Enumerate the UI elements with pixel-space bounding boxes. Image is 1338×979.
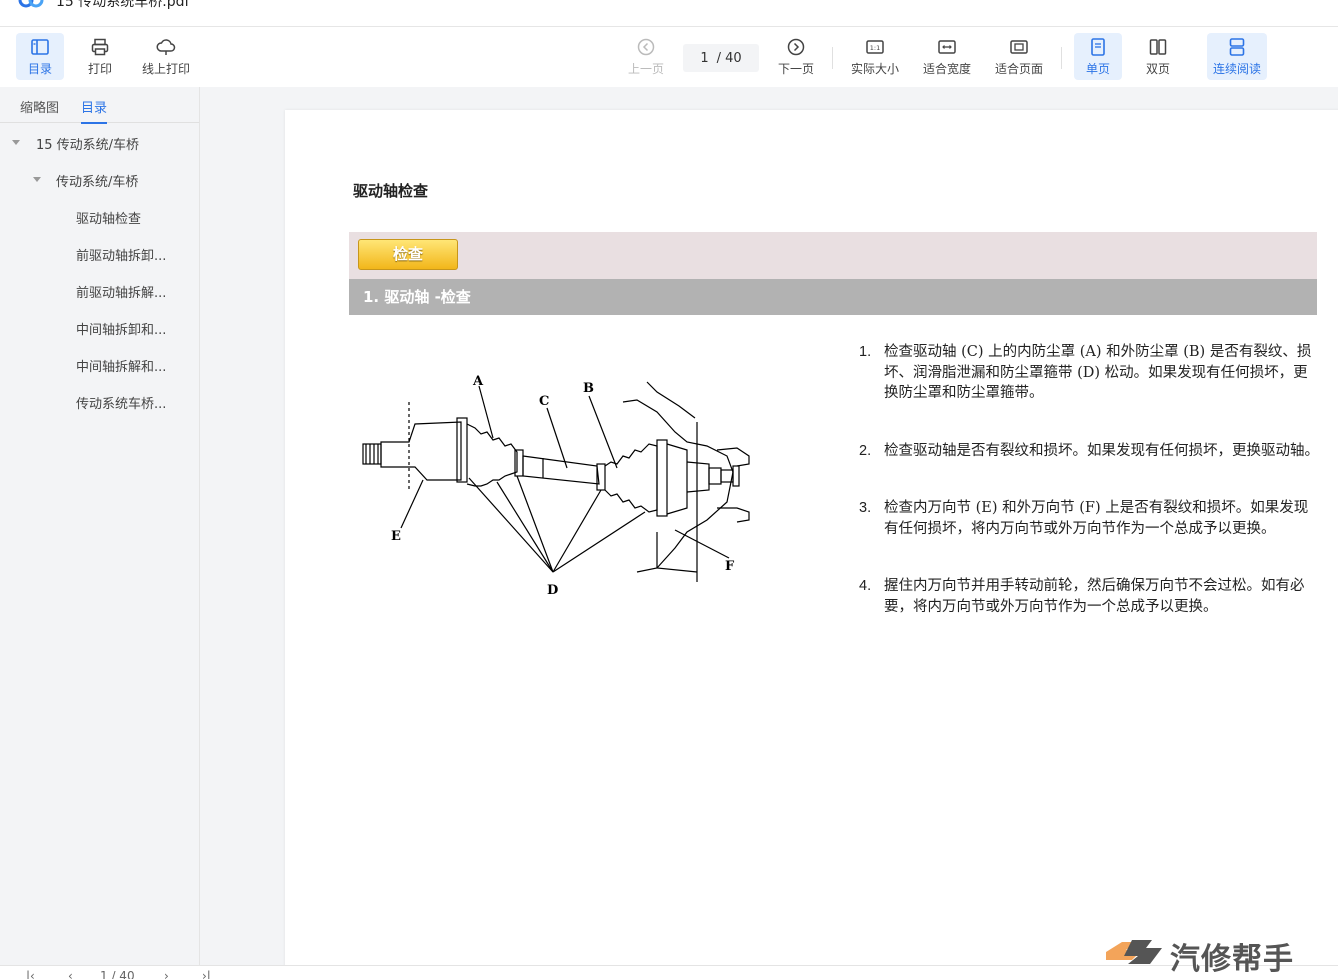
actual-size-label: 实际大小 [850, 61, 899, 76]
toc-item[interactable]: 前驱动轴拆卸... [76, 245, 166, 264]
svg-text:1:1: 1:1 [870, 44, 880, 52]
prev-page-icon[interactable]: ‹ [68, 969, 73, 979]
label-f: F [725, 559, 735, 574]
label-a: A [472, 374, 484, 389]
toc-button-label: 目录 [27, 61, 52, 76]
toc-icon [31, 38, 49, 55]
watermark-logo-icon [1106, 940, 1162, 964]
toc-item-section[interactable]: 传动系统/车桥 [56, 171, 138, 190]
sidebar-tabs: 缩略图 目录 [0, 87, 199, 124]
online-print-button-label: 线上打印 [141, 61, 190, 76]
step-text: 检查驱动轴 (C) 上的内防尘罩 (A) 和外防尘罩 (B) 是否有裂纹、损坏、… [884, 344, 1312, 401]
toc-item[interactable]: 前驱动轴拆解... [76, 282, 166, 301]
tab-thumbnails[interactable]: 缩略图 [20, 97, 59, 116]
pdf-page: 驱动轴检查 检查 1. 驱动轴 -检查 A B C D E F 1. 检查驱动轴… [285, 110, 1338, 970]
toc-item[interactable]: 驱动轴检查 [76, 208, 141, 227]
toolbar-divider [832, 47, 833, 69]
app-logo-icon [18, 0, 44, 8]
toc-item-root[interactable]: 15 传动系统/车桥 [36, 134, 139, 153]
step-text: 握住内万向节并用手转动前轮，然后确保万向节不会过松。如有必要，将内万向节或外万向… [884, 578, 1305, 615]
fit-width-label: 适合宽度 [922, 61, 971, 76]
step-number: 3. [859, 500, 872, 516]
bottom-page-indicator[interactable]: 1 / 40 [100, 969, 135, 979]
continuous-read-label: 连续阅读 [1212, 61, 1261, 76]
watermark-text: 汽修帮手 [1170, 942, 1294, 977]
step-number: 2. [859, 442, 872, 459]
fit-page-icon [1010, 39, 1028, 54]
tab-toc[interactable]: 目录 [81, 97, 108, 124]
step-item: 1. 检查驱动轴 (C) 上的内防尘罩 (A) 和外防尘罩 (B) 是否有裂纹、… [859, 342, 1319, 404]
actual-size-button[interactable]: 1:1 实际大小 [845, 33, 905, 80]
next-page-label: 下一页 [777, 61, 814, 76]
inspection-steps: 1. 检查驱动轴 (C) 上的内防尘罩 (A) 和外防尘罩 (B) 是否有裂纹、… [859, 342, 1319, 654]
double-page-icon [1149, 38, 1167, 55]
online-print-button[interactable]: 线上打印 [136, 33, 196, 80]
prev-page-label: 上一页 [627, 61, 664, 76]
fit-width-icon [938, 39, 956, 54]
toc-item[interactable]: 中间轴拆卸和... [76, 319, 166, 338]
print-button-label: 打印 [87, 61, 112, 76]
first-page-icon[interactable]: |‹ [26, 969, 35, 979]
inspection-badge: 检查 [358, 239, 458, 270]
page-total: / 40 [716, 50, 742, 66]
collapse-arrow-icon[interactable] [33, 177, 41, 182]
page-current-input[interactable]: 1 [700, 51, 708, 66]
section-header-band: 检查 [349, 232, 1317, 279]
watermark: 汽修帮手 [1100, 932, 1338, 977]
toolbar: 目录 打印 线上打印 上一页 1 / 40 下一页 1:1 实际大小 适合宽度 … [0, 27, 1338, 87]
fit-page-label: 适合页面 [994, 61, 1043, 76]
section-title: 1. 驱动轴 -检查 [349, 279, 1317, 315]
single-page-button[interactable]: 单页 [1074, 33, 1122, 80]
single-page-label: 单页 [1085, 61, 1110, 76]
next-page-icon[interactable]: › [164, 969, 169, 979]
label-b: B [583, 381, 594, 396]
chevron-right-circle-icon [787, 38, 805, 55]
step-item: 4. 握住内万向节并用手转动前轮，然后确保万向节不会过松。如有必要，将内万向节或… [859, 576, 1319, 617]
single-page-icon [1091, 37, 1105, 56]
continuous-read-icon [1229, 37, 1245, 56]
step-text: 检查驱动轴是否有裂纹和损坏。如果发现有任何损坏，更换驱动轴。 [884, 442, 1319, 459]
step-number: 4. [859, 578, 872, 594]
printer-icon [91, 38, 109, 55]
toc-button[interactable]: 目录 [16, 33, 64, 80]
sidebar: 缩略图 目录 15 传动系统/车桥 传动系统/车桥 驱动轴检查 前驱动轴拆卸..… [0, 87, 200, 965]
toc-item[interactable]: 中间轴拆解和... [76, 356, 166, 375]
step-item: 2. 检查驱动轴是否有裂纹和损坏。如果发现有任何损坏，更换驱动轴。 [859, 441, 1319, 462]
label-c: C [539, 394, 549, 409]
double-page-button[interactable]: 双页 [1134, 33, 1182, 80]
fit-page-button[interactable]: 适合页面 [989, 33, 1049, 80]
print-button[interactable]: 打印 [76, 33, 124, 80]
document-viewer[interactable]: 驱动轴检查 检查 1. 驱动轴 -检查 A B C D E F 1. 检查驱动轴… [201, 87, 1338, 970]
continuous-read-button[interactable]: 连续阅读 [1207, 33, 1267, 80]
cloud-icon [156, 38, 176, 55]
step-number: 1. [859, 344, 872, 360]
double-page-label: 双页 [1145, 61, 1170, 76]
document-title: 驱动轴检查 [353, 182, 429, 200]
actual-size-icon: 1:1 [866, 39, 884, 54]
next-page-button[interactable]: 下一页 [772, 33, 820, 80]
prev-page-button[interactable]: 上一页 [622, 33, 670, 80]
last-page-icon[interactable]: ›| [202, 969, 211, 979]
fit-width-button[interactable]: 适合宽度 [917, 33, 977, 80]
collapse-arrow-icon[interactable] [12, 140, 20, 145]
label-e: E [391, 529, 401, 544]
page-indicator[interactable]: 1 / 40 [683, 44, 759, 72]
toc-item[interactable]: 传动系统车桥... [76, 393, 166, 412]
label-d: D [547, 583, 558, 598]
window-title: 15 传动系统车桥.pdf [56, 0, 190, 10]
toolbar-divider [1061, 47, 1062, 69]
step-text: 检查内万向节 (E) 和外万向节 (F) 上是否有裂纹和损坏。如果发现有任何损坏… [884, 500, 1309, 537]
step-item: 3. 检查内万向节 (E) 和外万向节 (F) 上是否有裂纹和损坏。如果发现有任… [859, 498, 1319, 539]
drive-shaft-diagram: A B C D E F [362, 374, 750, 598]
title-bar: 15 传动系统车桥.pdf [0, 0, 1338, 27]
chevron-left-circle-icon [637, 38, 655, 55]
